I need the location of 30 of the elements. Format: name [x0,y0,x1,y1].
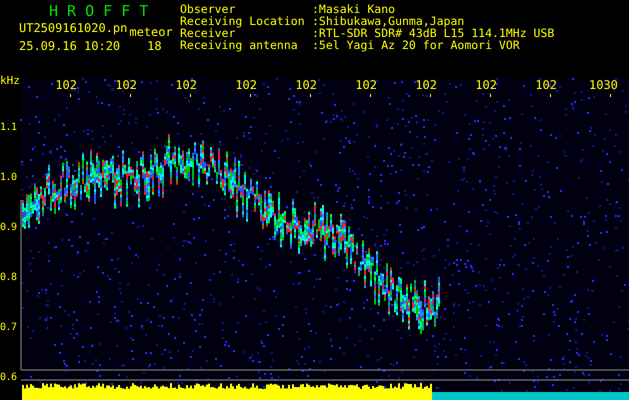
axis-label: 0.8 [0,272,17,283]
file-name: UT2509161020.pn [19,21,128,35]
info-value: :Shibukawa,Gunma,Japan [312,15,464,27]
time-label: 102 [294,78,317,92]
time-label: 102 [354,78,377,92]
info-value: :RTL-SDR SDR# 43dB L15 114.1MHz USB [312,27,554,39]
info-label: Observer [180,3,236,15]
time-label: 102 [114,78,137,92]
time-label: 102 [174,78,197,92]
mode-label: meteor [129,25,173,39]
time-label: 102 [474,78,497,92]
time-label: 102 [234,78,257,92]
axis-label: 0.7 [0,322,17,333]
time-label: 102 [534,78,557,92]
time-label: 1030 [589,78,617,92]
info-label: Receiving antenna [180,39,299,51]
time-label: 102 [54,78,77,92]
time-label: 102 [414,78,437,92]
timestamp: 25.09.16 10:20 [19,39,120,53]
app-title: H R O F F T [48,3,150,20]
meteor-count: 18 [147,39,162,53]
axis-label: 1.1 [0,122,17,133]
info-value: :5el Yagi Az 20 for Aomori VOR [312,39,520,51]
axis-label: 0.6 [0,372,17,383]
info-label: Receiving Location [180,15,306,27]
axis-label: 0.9 [0,222,17,233]
axis-unit: kHz [0,74,20,87]
info-value: :Masaki Kano [312,3,396,15]
info-label: Receiver [180,27,236,39]
axis-label: 1.0 [0,172,17,183]
